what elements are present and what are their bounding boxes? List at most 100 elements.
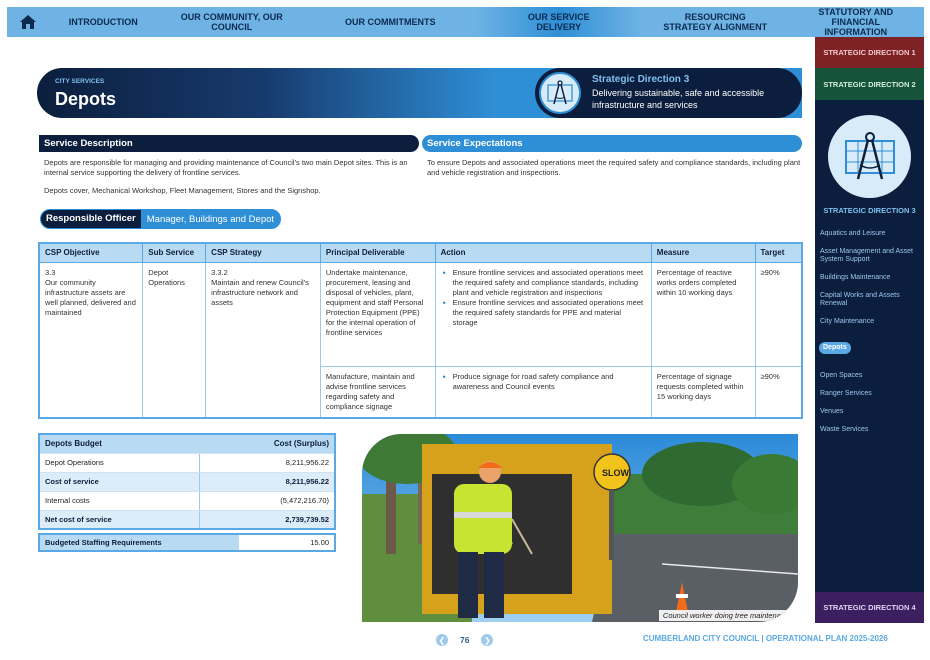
responsible-officer: Responsible Officer Manager, Buildings a…	[40, 209, 282, 229]
strategic-direction-sidebar: STRATEGIC DIRECTION 1 STRATEGIC DIRECTIO…	[815, 37, 924, 623]
budget-row-value: 8,211,956.22	[198, 453, 335, 473]
column-header: Measure	[650, 242, 756, 263]
staffing-requirements: Budgeted Staffing Requirements 15.00	[38, 533, 336, 552]
chevron-left-icon: ❮	[438, 635, 446, 645]
nav-resourcing-strategy[interactable]: RESOURCING STRATEGY ALIGNMENT	[643, 7, 788, 37]
table-row: 3.3 Our community infrastructure assets …	[38, 261, 803, 418]
home-icon	[20, 15, 36, 29]
service-description-text-2: Depots cover, Mechanical Workshop, Fleet…	[44, 186, 321, 195]
sidebar-item-asset-management[interactable]: Asset Management and Asset System Suppor…	[820, 248, 920, 264]
strategic-direction-4-tab[interactable]: STRATEGIC DIRECTION 4	[815, 592, 924, 623]
slow-sign-text: SLOW	[602, 468, 630, 478]
principal-deliverable-cell: Manufacture, maintain and advise frontli…	[319, 365, 436, 418]
nav-our-commitments[interactable]: OUR COMMITMENTS	[306, 7, 475, 37]
budget-row: Internal costs (5,472,216.70)	[39, 491, 335, 511]
sidebar-item-capital-works[interactable]: Capital Works and Assets Renewal	[820, 292, 920, 308]
staffing-value: 15.00	[310, 538, 329, 547]
worker-photo: SLOW Council worker doing tree maintenan…	[362, 434, 798, 622]
column-header: Target	[754, 242, 803, 263]
service-description-heading: Service Description	[39, 135, 419, 152]
tree-maintenance-illustration: SLOW	[362, 434, 798, 622]
nav-our-service-delivery-label: OUR SERVICE DELIVERY	[527, 12, 590, 32]
measure-cell: Percentage of reactive works orders comp…	[650, 261, 756, 367]
sidebar-item-buildings-maintenance[interactable]: Buildings Maintenance	[820, 274, 920, 282]
nav-resourcing-strategy-label: RESOURCING STRATEGY ALIGNMENT	[663, 12, 768, 32]
action-item: Ensure frontline services and associated…	[441, 268, 646, 298]
home-button[interactable]	[7, 7, 49, 37]
sidebar-item-open-spaces[interactable]: Open Spaces	[820, 372, 920, 380]
page-title: Depots	[55, 89, 117, 109]
nav-our-community-label: OUR COMMUNITY, OUR COUNCIL	[180, 12, 283, 32]
sidebar-item-depots[interactable]: Depots	[819, 342, 851, 354]
budget-row-value: 2,739,739.52	[198, 510, 335, 530]
nav-our-commitments-label: OUR COMMITMENTS	[345, 17, 436, 27]
nav-our-service-delivery[interactable]: OUR SERVICE DELIVERY	[474, 7, 643, 37]
action-cell: Ensure frontline services and associated…	[434, 261, 652, 367]
strategic-direction-desc: Delivering sustainable, safe and accessi…	[592, 88, 765, 110]
target-cell: ≥90%	[754, 261, 803, 367]
section-kicker: CITY SERVICES	[55, 78, 105, 85]
budget-header-row: Depots Budget Cost (Surplus)	[39, 434, 335, 454]
staffing-label: Budgeted Staffing Requirements	[40, 535, 239, 550]
nav-statutory-financial[interactable]: STATUTORY AND FINANCIAL INFORMATION	[788, 7, 925, 37]
sidebar-item-venues[interactable]: Venues	[820, 408, 920, 416]
strategic-direction-box: Strategic Direction 3 Delivering sustain…	[535, 68, 802, 118]
next-page-button[interactable]: ❯	[481, 634, 494, 646]
csp-objective-text: Our community infrastructure assets are …	[45, 277, 136, 317]
top-navigation: INTRODUCTION OUR COMMUNITY, OUR COUNCIL …	[7, 7, 924, 37]
target-cell: ≥90%	[754, 365, 803, 418]
csp-strategy-cell: 3.3.2 Maintain and renew Council's infra…	[205, 261, 321, 418]
csp-objective-number: 3.3	[45, 267, 56, 277]
column-header: Principal Deliverable	[319, 242, 436, 263]
strategic-direction-icon-badge	[539, 72, 581, 114]
chevron-right-icon: ❯	[484, 635, 491, 645]
action-item: Ensure frontline services and associated…	[441, 298, 646, 328]
budget-row-label: Depot Operations	[39, 453, 200, 473]
column-header: CSP Strategy	[205, 242, 321, 263]
measure-cell: Percentage of signage requests completed…	[650, 365, 756, 418]
budget-row-value: 8,211,956.22	[198, 472, 335, 492]
budget-row: Depot Operations 8,211,956.22	[39, 453, 335, 473]
budget-row-label: Net cost of service	[39, 510, 200, 530]
nav-introduction[interactable]: INTRODUCTION	[49, 7, 158, 37]
sidebar-item-depots-wrap: Depots	[819, 336, 920, 364]
responsible-officer-label: Responsible Officer	[41, 210, 141, 228]
sub-service-cell: Depot Operations	[142, 261, 207, 418]
action-list: Produce signage for road safety complian…	[441, 372, 646, 392]
drafting-compass-icon	[547, 80, 573, 105]
sidebar-item-ranger-services[interactable]: Ranger Services	[820, 390, 920, 398]
nav-statutory-financial-label: STATUTORY AND FINANCIAL INFORMATION	[818, 7, 894, 37]
page-number: 76	[460, 635, 470, 645]
strategic-direction-3-label[interactable]: STRATEGIC DIRECTION 3	[815, 206, 924, 215]
sidebar-item-waste-services[interactable]: Waste Services	[820, 426, 920, 434]
strategic-direction-2-tab[interactable]: STRATEGIC DIRECTION 2	[815, 68, 924, 100]
table-header-row: CSP Objective Sub Service CSP Strategy P…	[38, 242, 803, 263]
column-header: CSP Objective	[38, 242, 144, 263]
action-cell: Produce signage for road safety complian…	[434, 365, 652, 418]
budget-row: Net cost of service 2,739,739.52	[39, 510, 335, 530]
drafting-compass-icon	[844, 131, 895, 179]
photo-caption: Council worker doing tree maintenance	[658, 610, 797, 621]
service-expectations-text: To ensure Depots and associated operatio…	[427, 158, 801, 177]
budget-row-value: (5,472,216.70)	[198, 491, 335, 511]
csp-objective-cell: 3.3 Our community infrastructure assets …	[38, 261, 144, 418]
strategic-direction-1-tab[interactable]: STRATEGIC DIRECTION 1	[815, 37, 924, 68]
budget-header-cost: Cost (Surplus)	[199, 434, 335, 454]
nav-our-community[interactable]: OUR COMMUNITY, OUR COUNCIL	[158, 7, 307, 37]
budget-table: Depots Budget Cost (Surplus) Depot Opera…	[38, 433, 336, 530]
budget-row-label: Internal costs	[39, 491, 200, 511]
sidebar-item-city-maintenance[interactable]: City Maintenance	[820, 318, 920, 326]
footer-title: CUMBERLAND CITY COUNCIL | OPERATIONAL PL…	[643, 634, 888, 643]
budget-row-label: Cost of service	[39, 472, 200, 492]
principal-deliverable-cell: Undertake maintenance, procurement, leas…	[319, 261, 436, 367]
prev-page-button[interactable]: ❮	[436, 634, 448, 646]
column-header: Action	[434, 242, 652, 263]
strategic-direction-title: Strategic Direction 3	[592, 74, 690, 85]
csp-strategy-text: Maintain and renew Council's infrastruct…	[211, 277, 309, 307]
budget-header-label: Depots Budget	[39, 434, 200, 454]
action-item: Produce signage for road safety complian…	[441, 372, 646, 392]
pagination: ❮ 76 ❯	[436, 634, 494, 646]
column-header: Sub Service	[142, 242, 207, 263]
responsible-officer-value: Manager, Buildings and Depot	[146, 213, 275, 225]
sidebar-item-aquatics[interactable]: Aquatics and Leisure	[820, 230, 920, 238]
